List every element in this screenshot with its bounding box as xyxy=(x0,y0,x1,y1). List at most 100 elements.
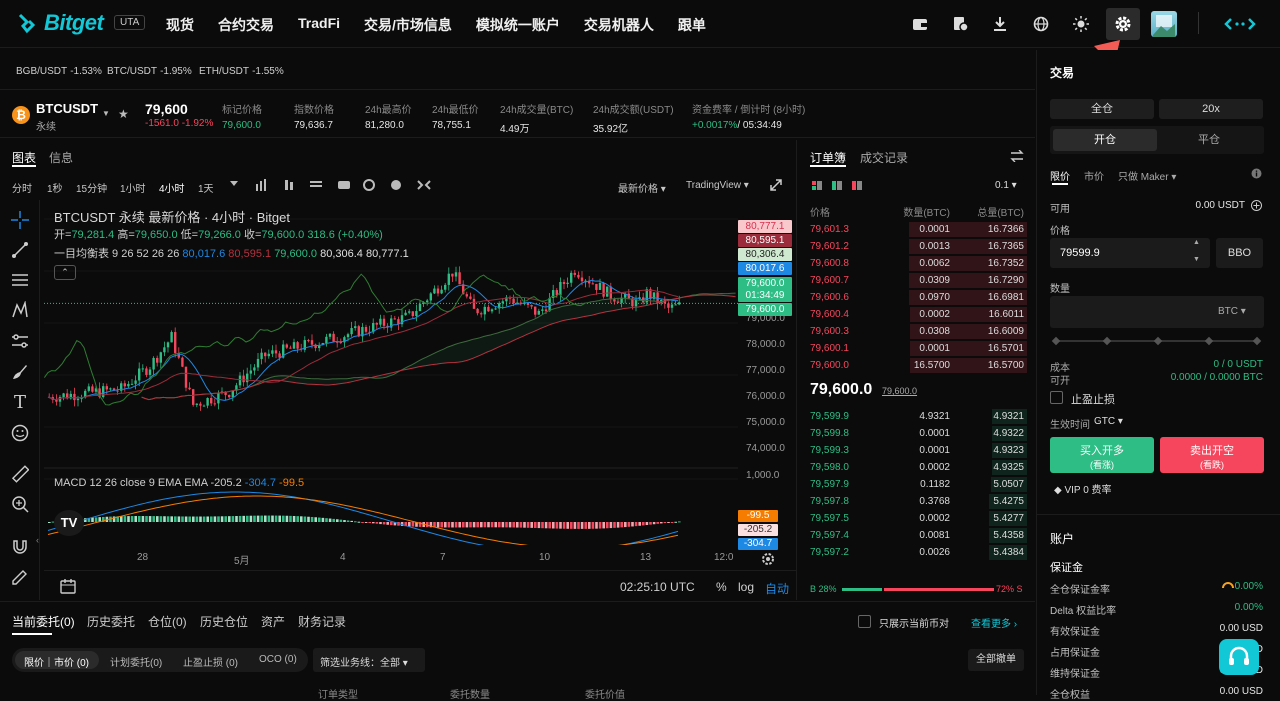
ask-row[interactable]: 79,601.2 0.0013 16.7365 xyxy=(798,238,1035,255)
leverage-button[interactable]: 20x xyxy=(1159,99,1263,119)
crosshair-icon[interactable] xyxy=(10,210,30,230)
nav-item-1[interactable]: 合约交易 xyxy=(218,15,274,35)
timeframe-3[interactable]: 1小时 xyxy=(120,180,146,195)
order-type-maker[interactable]: 只做 Maker ▾ xyxy=(1118,168,1176,183)
info-icon[interactable] xyxy=(1251,168,1262,179)
orders-tab-2[interactable]: 仓位(0) xyxy=(148,613,187,630)
nav-item-3[interactable]: 交易/市场信息 xyxy=(364,15,452,35)
quantity-input[interactable]: BTC ▾ xyxy=(1050,296,1264,328)
ask-row[interactable]: 79,601.3 0.0001 16.7366 xyxy=(798,221,1035,238)
ask-row[interactable]: 79,600.8 0.0062 16.7352 xyxy=(798,255,1035,272)
open-tab[interactable]: 开仓 xyxy=(1053,129,1157,151)
ruler-icon[interactable] xyxy=(10,464,30,484)
orders-tab-0[interactable]: 当前委托(0) xyxy=(12,613,75,630)
bid-row[interactable]: 79,599.9 4.9321 4.9321 xyxy=(798,408,1035,425)
price-type-select[interactable]: 最新价格 ▾ xyxy=(618,180,666,195)
quantity-slider[interactable] xyxy=(1050,335,1266,347)
price-up-icon[interactable]: ▲ xyxy=(1193,239,1200,246)
bid-row[interactable]: 79,599.3 0.0001 4.9323 xyxy=(798,442,1035,459)
order-subtab-1[interactable]: 计划委托(0) xyxy=(110,654,162,669)
download-icon[interactable] xyxy=(987,12,1013,36)
business-filter-select[interactable]: 筛选业务线：全部 ▾ xyxy=(313,648,425,672)
order-subtab-0[interactable]: 限价｜市价 (0) xyxy=(24,654,89,669)
zoom-in-icon[interactable] xyxy=(10,494,30,514)
percent-toggle[interactable]: % xyxy=(716,580,727,594)
nav-item-0[interactable]: 现货 xyxy=(166,15,194,35)
price-down-icon[interactable]: ▼ xyxy=(1193,256,1200,263)
brush-icon[interactable] xyxy=(10,362,30,382)
only-current-checkbox[interactable] xyxy=(858,615,871,628)
bid-row[interactable]: 79,597.5 0.0002 5.4277 xyxy=(798,510,1035,527)
bid-row[interactable]: 79,597.8 0.3768 5.4275 xyxy=(798,493,1035,510)
margin-mode-button[interactable]: 全仓 xyxy=(1050,99,1154,119)
bbo-button[interactable]: BBO xyxy=(1216,238,1263,268)
support-headset-icon[interactable] xyxy=(1219,639,1259,675)
ask-row[interactable]: 79,600.6 0.0970 16.6981 xyxy=(798,289,1035,306)
pattern-icon[interactable] xyxy=(10,300,30,320)
nav-item-4[interactable]: 模拟统一账户 xyxy=(476,15,560,35)
stat-label[interactable]: 24h成交量(BTC) xyxy=(500,101,573,116)
order-type-limit[interactable]: 限价 xyxy=(1050,168,1070,183)
ask-row[interactable]: 79,600.3 0.0308 16.6009 xyxy=(798,323,1035,340)
favorite-star-icon[interactable]: ★ xyxy=(118,107,129,121)
nav-item-5[interactable]: 交易机器人 xyxy=(584,15,654,35)
magnet-icon[interactable] xyxy=(10,536,30,556)
ticker-btc[interactable]: BTC/USDT -1.95% xyxy=(107,65,192,77)
stat-label[interactable]: 24h最高价 xyxy=(365,101,412,116)
bid-row[interactable]: 79,597.9 0.1182 5.0507 xyxy=(798,476,1035,493)
cancel-all-button[interactable]: 全部撤单 xyxy=(968,649,1024,671)
view-select[interactable]: TradingView ▾ xyxy=(686,180,749,191)
stat-label[interactable]: 24h最低价 xyxy=(432,101,479,116)
bid-row[interactable]: 79,598.0 0.0002 4.9325 xyxy=(798,459,1035,476)
stat-label[interactable]: 指数价格 xyxy=(294,101,334,116)
ticker-bgb[interactable]: BGB/USDT -1.53% xyxy=(16,65,102,77)
tab-chart[interactable]: 图表 xyxy=(12,149,36,166)
view-more-link[interactable]: 查看更多 › xyxy=(971,615,1017,630)
buy-long-button[interactable]: 买入开多 (看涨) xyxy=(1050,437,1154,473)
orders-tab-3[interactable]: 历史仓位 xyxy=(200,613,248,630)
tif-select[interactable]: GTC ▾ xyxy=(1094,416,1123,427)
globe-icon[interactable] xyxy=(1028,12,1054,36)
bitget-logo[interactable]: Bitget xyxy=(16,10,104,36)
bid-row[interactable]: 79,597.4 0.0081 5.4358 xyxy=(798,527,1035,544)
trendline-icon[interactable] xyxy=(10,240,30,260)
ask-row[interactable]: 79,600.0 16.5700 16.5700 xyxy=(798,357,1035,374)
tab-info[interactable]: 信息 xyxy=(49,149,73,166)
axis-settings-icon[interactable] xyxy=(761,552,775,566)
lock-pencil-icon[interactable] xyxy=(10,566,30,586)
order-type-market[interactable]: 市价 xyxy=(1084,168,1104,183)
order-subtab-3[interactable]: OCO (0) xyxy=(259,654,297,665)
auto-toggle[interactable]: 自动 xyxy=(765,580,789,597)
timeframe-0[interactable]: 分时 xyxy=(12,180,32,195)
precision-select[interactable]: 0.1 ▾ xyxy=(995,180,1017,191)
tab-trades[interactable]: 成交记录 xyxy=(860,149,908,166)
timeframe-dropdown-icon[interactable] xyxy=(230,181,238,187)
close-tab[interactable]: 平仓 xyxy=(1157,129,1261,151)
vip-fee-link[interactable]: ◆ VIP 0 费率 xyxy=(1054,481,1112,496)
orders-tab-4[interactable]: 资产 xyxy=(261,613,285,630)
timeframe-2[interactable]: 15分钟 xyxy=(76,180,107,195)
timeframe-5[interactable]: 1天 xyxy=(198,180,214,195)
user-avatar[interactable] xyxy=(1151,11,1177,37)
fullscreen-icon[interactable] xyxy=(770,179,782,191)
timeframe-1[interactable]: 1秒 xyxy=(47,180,63,195)
collapse-toolbar-icon[interactable]: ‹ xyxy=(36,535,39,545)
price-input[interactable]: 79599.9 ▲ ▼ xyxy=(1050,238,1210,268)
swap-icon[interactable] xyxy=(1010,150,1024,162)
ticker-eth[interactable]: ETH/USDT -1.55% xyxy=(199,65,284,77)
connect-dots-icon[interactable] xyxy=(1222,12,1258,36)
ask-row[interactable]: 79,600.7 0.0309 16.7290 xyxy=(798,272,1035,289)
log-toggle[interactable]: log xyxy=(738,580,754,594)
timeframe-4[interactable]: 4小时 xyxy=(159,180,185,195)
transfer-icon[interactable] xyxy=(1251,200,1262,211)
nav-item-2[interactable]: TradFi xyxy=(298,15,340,35)
sell-short-button[interactable]: 卖出开空 (看跌) xyxy=(1160,437,1264,473)
orders-clock-icon[interactable] xyxy=(947,12,973,36)
ask-row[interactable]: 79,600.1 0.0001 16.5701 xyxy=(798,340,1035,357)
stat-label[interactable]: 标记价格 xyxy=(222,101,262,116)
bid-row[interactable]: 79,597.2 0.0026 5.4384 xyxy=(798,544,1035,561)
book-layout-icons[interactable] xyxy=(812,180,866,192)
bid-row[interactable]: 79,599.8 0.0001 4.9322 xyxy=(798,425,1035,442)
theme-sun-icon[interactable] xyxy=(1068,12,1094,36)
date-range-icon[interactable] xyxy=(60,578,76,594)
